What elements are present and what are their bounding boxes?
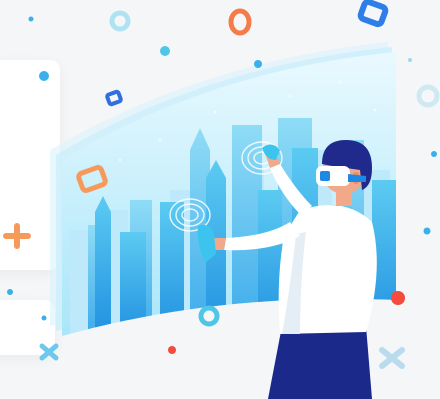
ring-icon [416, 84, 440, 108]
ring-icon [228, 8, 252, 36]
cross-icon [39, 343, 59, 361]
ring-icon [109, 10, 131, 32]
donut-icon [198, 305, 220, 327]
cross-icon [379, 347, 405, 369]
cube-icon [357, 0, 389, 28]
vr-city-illustration [3, 0, 440, 399]
vr-illustration-scene [0, 0, 440, 399]
cross-icon [3, 223, 31, 249]
cube-icon [105, 89, 123, 107]
